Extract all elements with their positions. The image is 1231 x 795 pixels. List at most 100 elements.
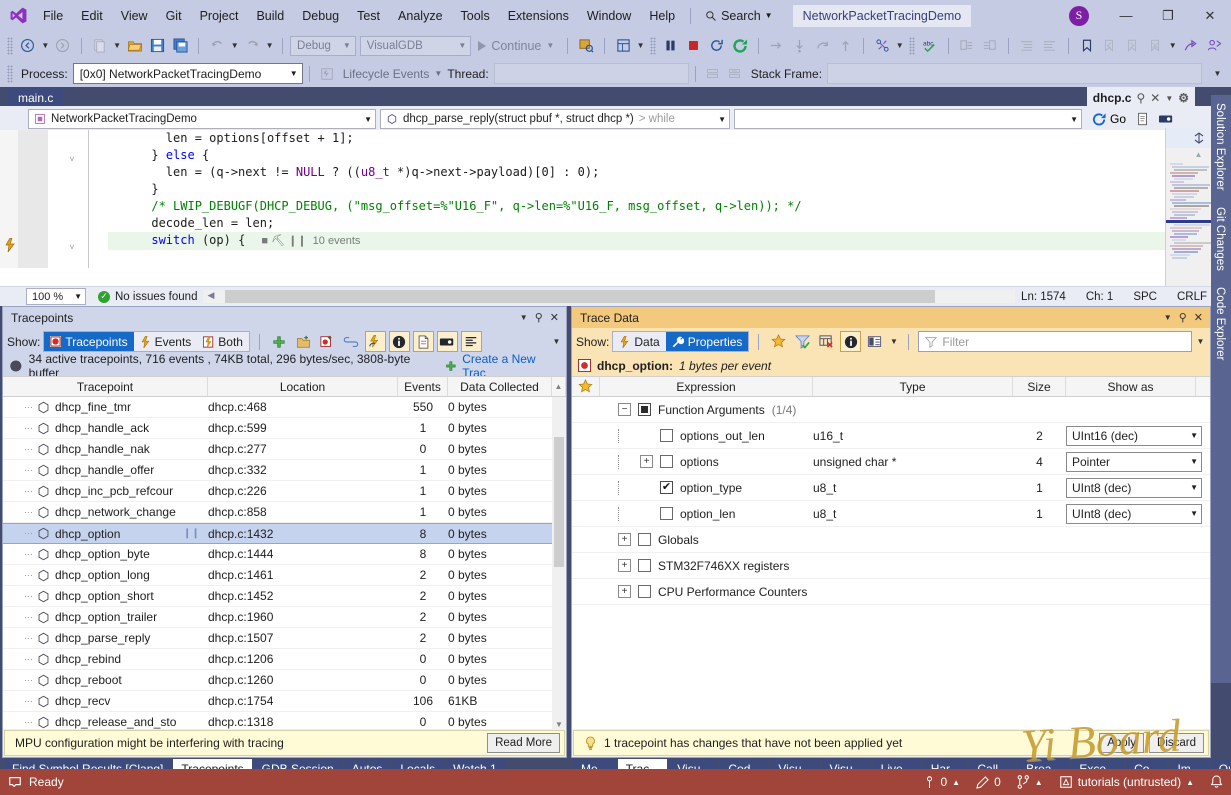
chevron-down-icon[interactable]: ▼ <box>434 69 442 78</box>
uncomment-icon[interactable] <box>979 35 1001 57</box>
info-icon[interactable] <box>840 331 862 352</box>
chevron-down-icon[interactable]: ▼ <box>1164 313 1172 322</box>
show-as-combo[interactable]: UInt8 (dec) ▼ <box>1066 477 1202 498</box>
checkbox-unchecked[interactable] <box>638 559 651 572</box>
sidebar-tab-solution-explorer[interactable]: Solution Explorer <box>1211 95 1229 199</box>
gear-icon[interactable]: ⚙ <box>1178 91 1189 105</box>
back-dropdown-icon[interactable]: ▼ <box>40 35 51 57</box>
code-line[interactable]: len = (q->next != NULL ? ((u8_t *)q->nex… <box>108 164 1231 181</box>
restore-button[interactable]: ❐ <box>1147 0 1189 31</box>
column-favorite[interactable] <box>572 377 600 396</box>
repository-indicator[interactable]: tutorials (untrusted) ▲ <box>1059 775 1194 789</box>
stack-frame-next-icon[interactable] <box>724 63 746 85</box>
table-row[interactable]: ⋯ dhcp_recv dhcp.c:1754 106 61KB <box>3 691 566 712</box>
checkbox-unchecked[interactable] <box>660 507 673 520</box>
trace-data-options-dropdown-icon[interactable]: ▼ <box>888 331 899 353</box>
show-file-icon[interactable] <box>1132 109 1153 130</box>
menu-help[interactable]: Help <box>640 5 684 27</box>
minimize-button[interactable]: — <box>1105 0 1147 31</box>
close-icon[interactable]: ✕ <box>1194 311 1203 324</box>
navigate-forward-icon[interactable] <box>52 35 74 57</box>
checkbox-checked[interactable]: ✔ <box>660 481 673 494</box>
segment-data[interactable]: Data <box>613 332 665 351</box>
link-icon[interactable] <box>341 331 362 352</box>
code-line[interactable]: /* LWIP_DEBUGF(DHCP_DEBUG, ("msg_offset=… <box>108 198 1231 215</box>
new-item-dropdown-icon[interactable]: ▼ <box>112 35 123 57</box>
code-line[interactable]: } <box>108 181 1231 198</box>
favorite-icon[interactable] <box>768 331 789 352</box>
table-row[interactable]: ⋯ dhcp_parse_reply dhcp.c:1507 2 0 bytes <box>3 628 566 649</box>
lifecycle-events-label[interactable]: Lifecycle Events <box>338 67 435 81</box>
show-as-combo[interactable]: UInt8 (dec) ▼ <box>1066 503 1202 524</box>
branch-indicator[interactable]: ▲ <box>1017 775 1043 789</box>
bookmark-icon[interactable] <box>1076 35 1098 57</box>
segment-both[interactable]: Both <box>197 332 249 351</box>
stack-frame-prev-icon[interactable] <box>702 63 724 85</box>
tree-expand-icon[interactable]: + <box>618 533 631 546</box>
tracepoints-vertical-scrollbar[interactable]: ▼ <box>552 397 566 729</box>
live-share-icon[interactable] <box>1203 35 1225 57</box>
chevron-up-icon[interactable]: ▲ <box>1035 778 1043 787</box>
notifications-icon[interactable] <box>1210 775 1223 789</box>
label-icon[interactable] <box>1155 109 1176 130</box>
apply-changes-icon[interactable] <box>364 331 386 352</box>
scroll-down-icon[interactable]: ▼ <box>555 720 563 729</box>
bookmark-dropdown-icon[interactable]: ▼ <box>1167 35 1178 57</box>
table-row[interactable]: ⋯ dhcp_reboot dhcp.c:1260 0 0 bytes <box>3 670 566 691</box>
errors-indicator[interactable]: 0 ▲ <box>924 775 960 789</box>
editor-surface[interactable]: NetworkPacketTracingDemo ▼ dhcp_parse_re… <box>0 106 1231 286</box>
checkbox-unchecked[interactable] <box>638 585 651 598</box>
checkbox-unchecked[interactable] <box>638 533 651 546</box>
code-line[interactable]: switch (op) { ■ ⛏ ❙❙ 10 events <box>108 232 1231 250</box>
share-icon[interactable] <box>1180 35 1202 57</box>
menu-view[interactable]: View <box>112 5 157 27</box>
list-icon[interactable] <box>460 331 482 352</box>
pause-icon[interactable] <box>660 35 682 57</box>
trace-data-overflow-icon[interactable]: ▼ <box>1195 331 1206 353</box>
table-row[interactable]: ⋯ dhcp_option_long dhcp.c:1461 2 0 bytes <box>3 565 566 586</box>
scroll-left-icon[interactable]: ◀ <box>207 290 214 301</box>
stack-frame-combo[interactable] <box>827 63 1203 84</box>
chevron-up-icon[interactable]: ▲ <box>1186 778 1194 787</box>
close-icon[interactable]: ✕ <box>1150 91 1160 105</box>
sidebar-tab-code-explorer[interactable]: Code Explorer <box>1211 279 1229 369</box>
refresh-icon[interactable] <box>729 35 751 57</box>
table-row[interactable]: options_out_len u16_t 2 UInt16 (dec) ▼ <box>572 423 1210 449</box>
undo-dropdown-icon[interactable]: ▼ <box>229 35 240 57</box>
table-row[interactable]: ⋯ dhcp_option_byte dhcp.c:1444 8 0 bytes <box>3 544 566 565</box>
project-scope-combo[interactable]: NetworkPacketTracingDemo ▼ <box>28 109 376 129</box>
save-all-icon[interactable] <box>169 35 191 57</box>
menu-window[interactable]: Window <box>578 5 640 27</box>
tracepoints-show-segments[interactable]: Tracepoints Events Both <box>43 331 250 352</box>
segment-events[interactable]: Events <box>134 332 198 351</box>
solution-config-combo[interactable]: Debug ▼ <box>290 35 356 56</box>
column-tracepoint[interactable]: Tracepoint <box>3 377 208 396</box>
editor-horizontal-scrollbar[interactable]: ◀ <box>203 290 1016 303</box>
edits-indicator[interactable]: 0 <box>976 775 1001 789</box>
redo-dropdown-icon[interactable]: ▼ <box>264 35 275 57</box>
trace-data-show-segments[interactable]: Data Properties <box>612 331 750 352</box>
fold-marker-else[interactable]: ˅ <box>66 154 78 164</box>
decrease-indent-icon[interactable] <box>1039 35 1061 57</box>
table-row[interactable]: ⋯ dhcp_network_change dhcp.c:858 1 0 bytes <box>3 502 566 523</box>
avatar[interactable]: S <box>1069 5 1089 26</box>
column-size[interactable]: Size <box>1013 377 1066 396</box>
step-return-icon[interactable] <box>811 35 833 57</box>
close-button[interactable]: ✕ <box>1189 0 1231 31</box>
tree-expand-icon[interactable]: + <box>640 455 653 468</box>
table-row[interactable]: ✔ option_type u8_t 1 UInt8 (dec) ▼ <box>572 475 1210 501</box>
solution-platform-combo[interactable]: VisualGDB ▼ <box>359 35 472 56</box>
open-file-icon[interactable] <box>124 35 146 57</box>
grid-scroll-up-icon[interactable]: ▲ <box>552 377 566 396</box>
process-combo[interactable]: [0x0] NetworkPacketTracingDemo ▼ <box>72 63 303 84</box>
table-row[interactable]: ⋯ dhcp_option ❙❙ dhcp.c:1432 8 0 bytes <box>3 523 566 544</box>
sidebar-tab-git-changes[interactable]: Git Changes <box>1211 199 1229 279</box>
segment-properties[interactable]: Properties <box>665 332 749 351</box>
increase-indent-icon[interactable] <box>1016 35 1038 57</box>
table-clear-icon[interactable] <box>816 331 837 352</box>
restart-icon[interactable] <box>706 35 728 57</box>
threads-dropdown-icon[interactable]: ▼ <box>894 35 905 57</box>
table-row[interactable]: ⋯ dhcp_handle_nak dhcp.c:277 0 0 bytes <box>3 439 566 460</box>
menu-extensions[interactable]: Extensions <box>499 5 578 27</box>
file-icon[interactable] <box>412 331 434 352</box>
